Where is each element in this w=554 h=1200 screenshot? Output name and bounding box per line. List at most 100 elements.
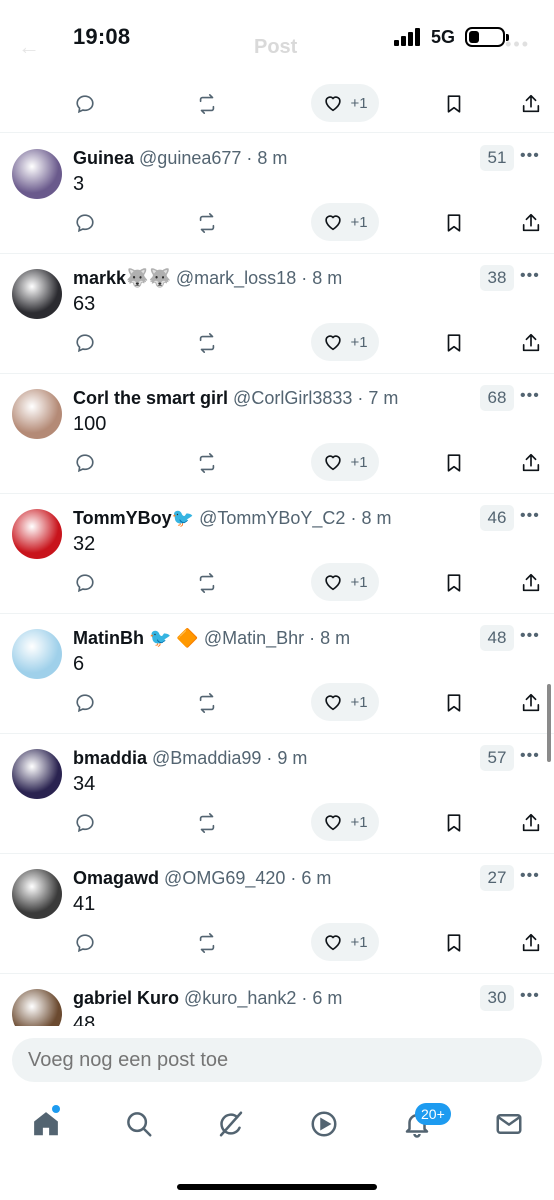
tab-messages[interactable] (493, 1108, 525, 1140)
user-handle[interactable]: @OMG69_420 (164, 868, 285, 888)
more-options-icon[interactable]: ••• (520, 507, 540, 525)
reply-button[interactable] (72, 563, 98, 603)
reply-input[interactable] (28, 1038, 528, 1082)
like-button[interactable]: +1 (311, 683, 379, 721)
video-icon (311, 1111, 337, 1137)
repost-button[interactable] (194, 803, 220, 843)
avatar[interactable] (12, 629, 62, 679)
repost-button[interactable] (194, 563, 220, 603)
reply-button[interactable] (72, 923, 98, 963)
battery-icon (465, 27, 509, 47)
reply-icon (76, 334, 94, 353)
reply-post[interactable]: Corl the smart girl @CorlGirl3833 · 7 m 1… (0, 373, 554, 493)
avatar[interactable] (12, 749, 62, 799)
more-options-icon[interactable]: ••• (520, 627, 540, 645)
repost-button[interactable] (194, 84, 220, 124)
bookmark-button[interactable] (443, 683, 465, 723)
reply-button[interactable] (72, 443, 98, 483)
post-actions: +1 (0, 323, 554, 363)
like-button[interactable]: +1 (311, 84, 379, 122)
repost-button[interactable] (194, 323, 220, 363)
reply-button[interactable] (72, 323, 98, 363)
bookmark-button[interactable] (443, 203, 465, 243)
more-options-icon[interactable]: ••• (520, 387, 540, 405)
display-name[interactable]: TommYBoy🐦 (73, 508, 194, 528)
share-button[interactable] (519, 84, 543, 124)
display-name[interactable]: Guinea (73, 148, 134, 168)
avatar[interactable] (12, 389, 62, 439)
repost-button[interactable] (194, 683, 220, 723)
reply-button[interactable] (72, 203, 98, 243)
user-handle[interactable]: @Bmaddia99 (152, 748, 261, 768)
user-handle[interactable]: @Matin_Bhr (204, 628, 304, 648)
reply-button[interactable] (72, 84, 98, 124)
avatar[interactable] (12, 989, 62, 1026)
post-score-badge: 38 (480, 265, 514, 291)
reply-icon (76, 574, 94, 593)
tab-search[interactable] (123, 1108, 155, 1140)
like-button[interactable]: +1 (311, 923, 379, 961)
bookmark-button[interactable] (443, 443, 465, 483)
scroll-indicator[interactable] (547, 684, 551, 762)
repost-icon (199, 453, 215, 473)
more-options-icon[interactable]: ••• (520, 867, 540, 885)
reply-post[interactable]: Omagawd @OMG69_420 · 6 m 41 27 ••• +1 (0, 853, 554, 973)
bookmark-button[interactable] (443, 923, 465, 963)
share-button[interactable] (519, 923, 543, 963)
reply-post[interactable]: gabriel Kuro @kuro_hank2 · 6 m4830•••+1 (0, 973, 554, 1026)
reply-post[interactable]: markk🐺🐺 @mark_loss18 · 8 m 63 38 ••• +1 (0, 253, 554, 373)
avatar[interactable] (12, 269, 62, 319)
repost-button[interactable] (194, 203, 220, 243)
display-name[interactable]: gabriel Kuro (73, 988, 179, 1008)
like-button[interactable]: +1 (311, 443, 379, 481)
user-handle[interactable]: @TommYBoY_C2 (199, 508, 345, 528)
user-handle[interactable]: @CorlGirl3833 (233, 388, 352, 408)
like-count: +1 (350, 813, 368, 831)
reply-post[interactable]: TommYBoy🐦 @TommYBoY_C2 · 8 m 32 46 ••• +1 (0, 493, 554, 613)
repost-button[interactable] (194, 443, 220, 483)
reply-post[interactable]: bmaddia @Bmaddia99 · 9 m 34 57 ••• +1 (0, 733, 554, 853)
share-button[interactable] (519, 683, 543, 723)
more-options-icon[interactable]: ••• (520, 267, 540, 285)
more-options-icon[interactable]: ••• (520, 987, 540, 1005)
post-score-badge: 57 (480, 745, 514, 771)
reply-post[interactable]: Guinea @guinea677 · 8 m 3 51 ••• +1 (0, 133, 554, 253)
like-button[interactable]: +1 (311, 203, 379, 241)
share-button[interactable] (519, 203, 543, 243)
back-arrow-icon[interactable]: ← (18, 34, 40, 60)
display-name[interactable]: markk🐺🐺 (73, 268, 171, 288)
bookmark-button[interactable] (443, 803, 465, 843)
bookmark-button[interactable] (443, 563, 465, 603)
share-button[interactable] (519, 323, 543, 363)
display-name[interactable]: Corl the smart girl (73, 388, 228, 408)
share-button[interactable] (519, 563, 543, 603)
tab-grok[interactable] (215, 1108, 247, 1140)
more-options-icon[interactable]: ••• (520, 147, 540, 165)
display-name[interactable]: MatinBh 🐦 🔶 (73, 628, 199, 648)
bookmark-button[interactable] (443, 323, 465, 363)
share-icon (522, 573, 540, 592)
like-button[interactable]: +1 (311, 803, 379, 841)
share-button[interactable] (519, 803, 543, 843)
more-options-icon[interactable]: ••• (520, 747, 540, 765)
reply-post[interactable]: MatinBh 🐦 🔶 @Matin_Bhr · 8 m 6 48 ••• +1 (0, 613, 554, 733)
bookmark-button[interactable] (443, 84, 465, 124)
separator-dot: · (296, 988, 313, 1008)
user-handle[interactable]: @guinea677 (139, 148, 241, 168)
avatar[interactable] (12, 509, 62, 559)
reply-button[interactable] (72, 803, 98, 843)
repost-button[interactable] (194, 923, 220, 963)
display-name[interactable]: bmaddia (73, 748, 147, 768)
search-icon (127, 1112, 152, 1137)
like-button[interactable]: +1 (311, 563, 379, 601)
home-indicator[interactable] (177, 1184, 377, 1190)
display-name[interactable]: Omagawd (73, 868, 159, 888)
avatar[interactable] (12, 149, 62, 199)
reply-button[interactable] (72, 683, 98, 723)
share-button[interactable] (519, 443, 543, 483)
tab-video[interactable] (308, 1108, 340, 1140)
like-button[interactable]: +1 (311, 323, 379, 361)
user-handle[interactable]: @mark_loss18 (176, 268, 296, 288)
user-handle[interactable]: @kuro_hank2 (184, 988, 296, 1008)
avatar[interactable] (12, 869, 62, 919)
